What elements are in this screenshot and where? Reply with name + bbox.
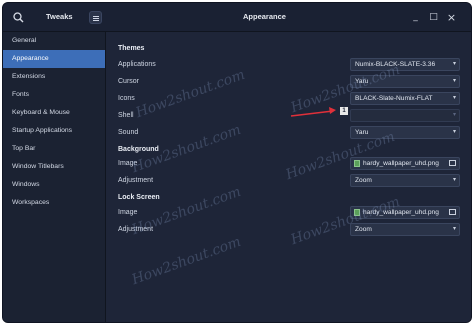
background-adjustment-value: Zoom [355,177,372,184]
sound-label: Sound [118,129,139,136]
lock-adjustment-value: Zoom [355,226,372,233]
sidebar-item-workspaces[interactable]: Workspaces [3,194,105,212]
lock-image-button[interactable]: hardy_wallpaper_uhd.png [350,206,460,219]
annotation-badge: 1 [340,107,348,115]
lock-screen-heading: Lock Screen [118,194,160,201]
background-heading: Background [118,146,159,153]
themes-heading: Themes [118,45,145,52]
icons-label: Icons [118,95,135,102]
tweaks-window: Tweaks Appearance _ □ × General Appearan… [2,2,472,323]
cursor-combo[interactable]: Yaru ▾ [350,75,460,88]
applications-value: Numix-BLACK-SLATE-3.36 [355,61,436,68]
icons-value: BLACK-Slate-Numix-FLAT [355,95,433,102]
sidebar-item-general[interactable]: General [3,32,105,50]
chevron-down-icon: ▾ [452,129,456,135]
appearance-panel: Themes Applications Numix-BLACK-SLATE-3.… [107,32,471,322]
hamburger-menu-icon[interactable] [89,11,102,24]
chevron-down-icon: ▾ [452,95,456,101]
search-icon[interactable] [12,11,25,24]
sidebar-item-top-bar[interactable]: Top Bar [3,140,105,158]
chevron-down-icon: ▾ [452,112,456,118]
applications-label: Applications [118,61,156,68]
lock-adjustment-combo[interactable]: Zoom ▾ [350,223,460,236]
cursor-label: Cursor [118,78,140,85]
applications-combo[interactable]: Numix-BLACK-SLATE-3.36 ▾ [350,58,460,71]
sidebar-item-keyboard-mouse[interactable]: Keyboard & Mouse [3,104,105,122]
close-button[interactable]: × [446,12,457,23]
shell-label: Shell [118,112,134,119]
background-image-label: Image [118,160,138,167]
sound-combo[interactable]: Yaru ▾ [350,126,460,139]
lock-adjustment-label: Adjustment [118,226,154,233]
sidebar-item-appearance[interactable]: Appearance [3,50,105,68]
header-bar: Tweaks Appearance _ □ × [3,3,471,32]
minimize-button[interactable]: _ [410,12,421,23]
image-file-icon [354,209,360,216]
cursor-value: Yaru [355,78,369,85]
background-image-button[interactable]: hardy_wallpaper_uhd.png [350,157,460,170]
chevron-down-icon: ▾ [452,78,456,84]
chevron-down-icon: ▾ [452,177,456,183]
picture-icon [449,209,456,215]
sidebar: General Appearance Extensions Fonts Keyb… [3,32,106,322]
sidebar-item-startup-applications[interactable]: Startup Applications [3,122,105,140]
shell-combo[interactable]: ▾ [350,109,460,122]
sidebar-item-fonts[interactable]: Fonts [3,86,105,104]
background-image-value: hardy_wallpaper_uhd.png [363,160,439,167]
sidebar-item-windows[interactable]: Windows [3,176,105,194]
lock-image-value: hardy_wallpaper_uhd.png [363,209,439,216]
chevron-down-icon: ▾ [452,226,456,232]
background-adjustment-combo[interactable]: Zoom ▾ [350,174,460,187]
icons-combo[interactable]: BLACK-Slate-Numix-FLAT ▾ [350,92,460,105]
sidebar-item-extensions[interactable]: Extensions [3,68,105,86]
background-adjustment-label: Adjustment [118,177,154,184]
maximize-button[interactable]: □ [428,12,439,23]
lock-image-label: Image [118,209,138,216]
image-file-icon [354,160,360,167]
picture-icon [449,160,456,166]
sound-value: Yaru [355,129,369,136]
page-title: Appearance [243,12,286,21]
sidebar-item-window-titlebars[interactable]: Window Titlebars [3,158,105,176]
chevron-down-icon: ▾ [452,61,456,67]
